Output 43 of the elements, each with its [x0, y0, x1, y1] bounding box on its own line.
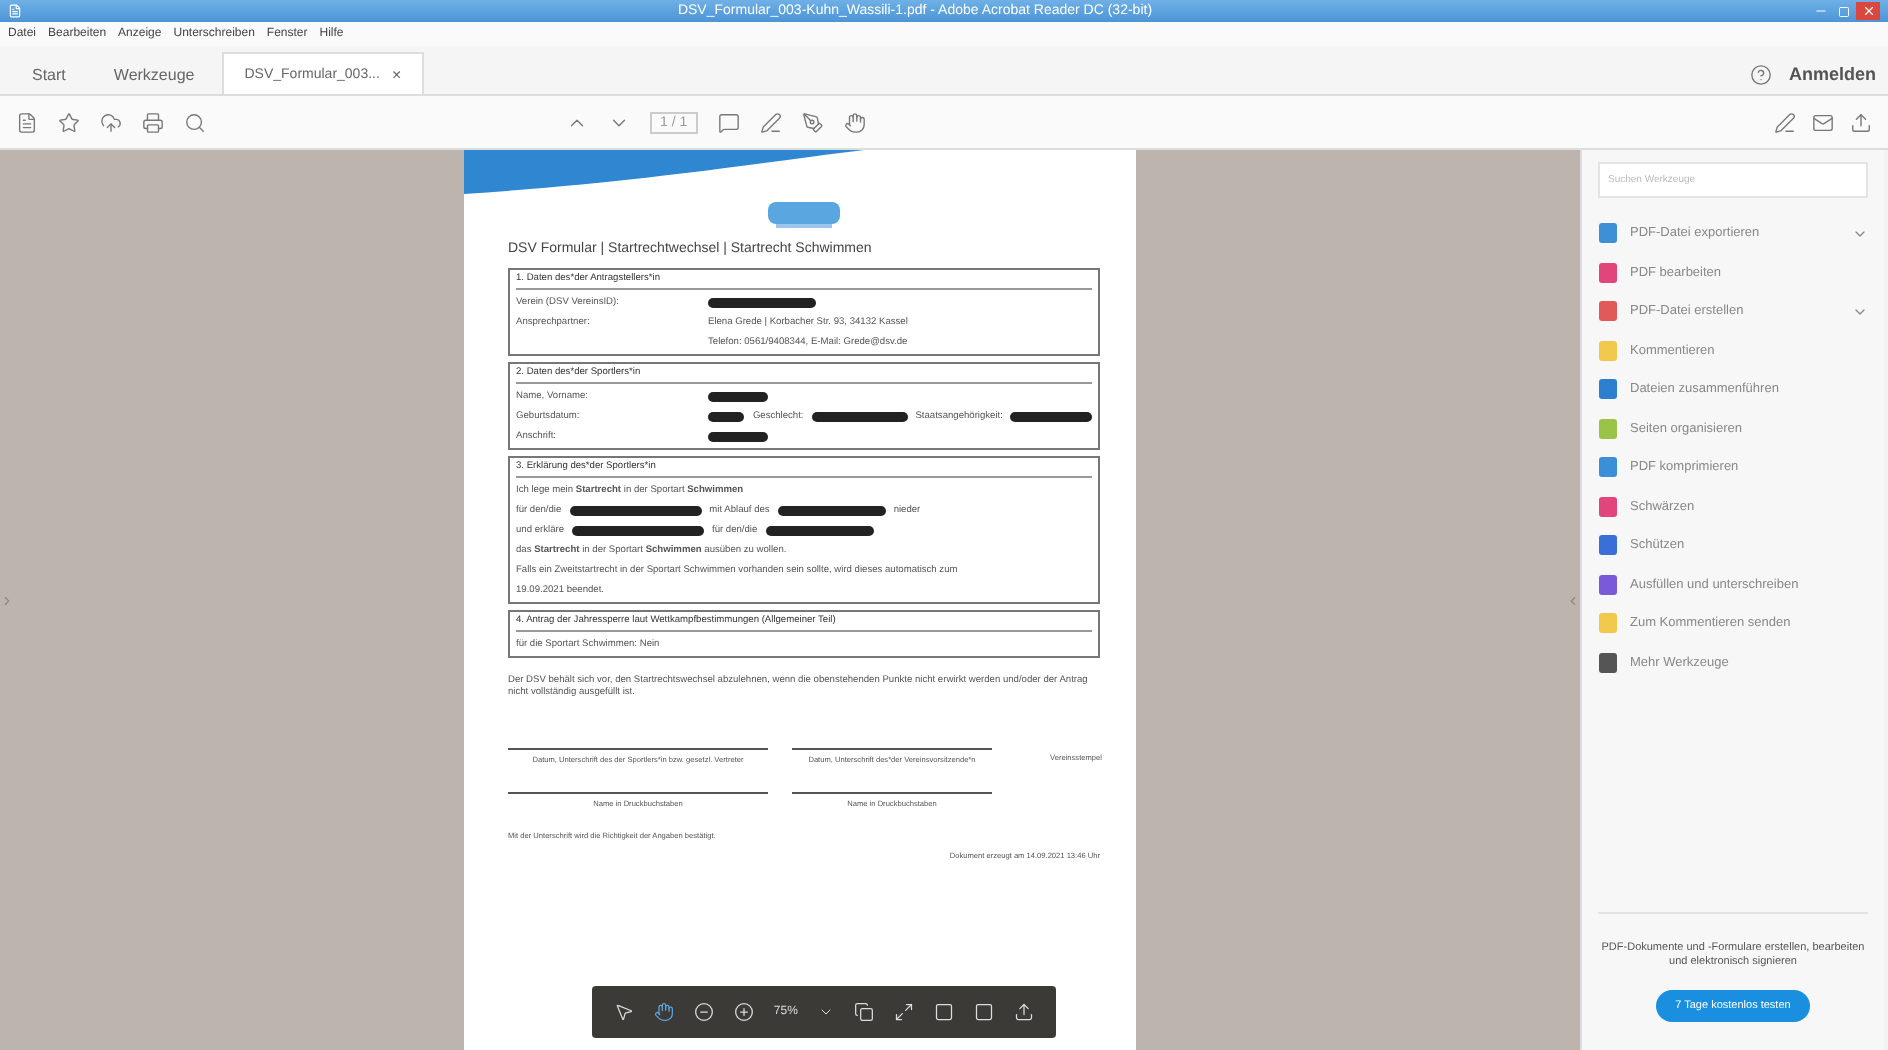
hand-icon[interactable] [653, 1002, 674, 1022]
redaction-bar [569, 506, 702, 516]
redaction-bar [572, 526, 704, 536]
redaction-bar [811, 412, 908, 422]
document-icon[interactable] [16, 111, 38, 133]
pages-icon[interactable] [853, 1002, 874, 1022]
redaction-bar [765, 526, 874, 536]
collapse-handle-icon[interactable] [1566, 593, 1580, 607]
expand-handle-icon[interactable] [0, 593, 14, 607]
comment-icon[interactable] [717, 111, 740, 133]
sign-in-button[interactable]: Anmelden [1788, 64, 1876, 84]
fit-page-icon[interactable] [893, 1002, 914, 1022]
share-icon[interactable] [1850, 111, 1872, 133]
maximize-icon [1838, 5, 1850, 17]
help-icon[interactable] [1750, 63, 1773, 85]
redaction-bar [777, 506, 886, 516]
redaction-bar [708, 298, 816, 308]
print-icon[interactable] [142, 111, 164, 133]
pointer-icon[interactable] [613, 1002, 634, 1022]
redaction-bar [708, 432, 768, 442]
upload-icon[interactable] [1013, 1002, 1034, 1022]
zoom-in-icon[interactable] [733, 1002, 754, 1022]
minimize-icon [1813, 4, 1827, 18]
upload-icon[interactable] [100, 111, 122, 133]
logo-icon [764, 198, 844, 230]
redaction-bar [708, 412, 745, 422]
tab[interactable]: Werkzeuge [93, 54, 215, 94]
edit-icon[interactable] [1774, 111, 1796, 133]
caret-icon[interactable] [817, 1004, 834, 1020]
tab[interactable]: Start [12, 54, 86, 94]
search-icon[interactable] [184, 111, 206, 133]
tab-close-button[interactable]: × [391, 65, 402, 83]
zoom-out-icon[interactable] [693, 1002, 714, 1022]
close-button[interactable] [1856, 2, 1880, 20]
redaction-bar [1010, 412, 1093, 422]
pen-icon[interactable] [759, 111, 782, 133]
close-icon [1861, 4, 1875, 18]
star-icon[interactable] [58, 111, 80, 133]
mail-icon[interactable] [1812, 111, 1834, 133]
hand-icon[interactable] [843, 111, 866, 133]
redaction-bar [708, 392, 768, 402]
app-icon [8, 4, 22, 18]
sign-icon[interactable] [801, 111, 824, 133]
